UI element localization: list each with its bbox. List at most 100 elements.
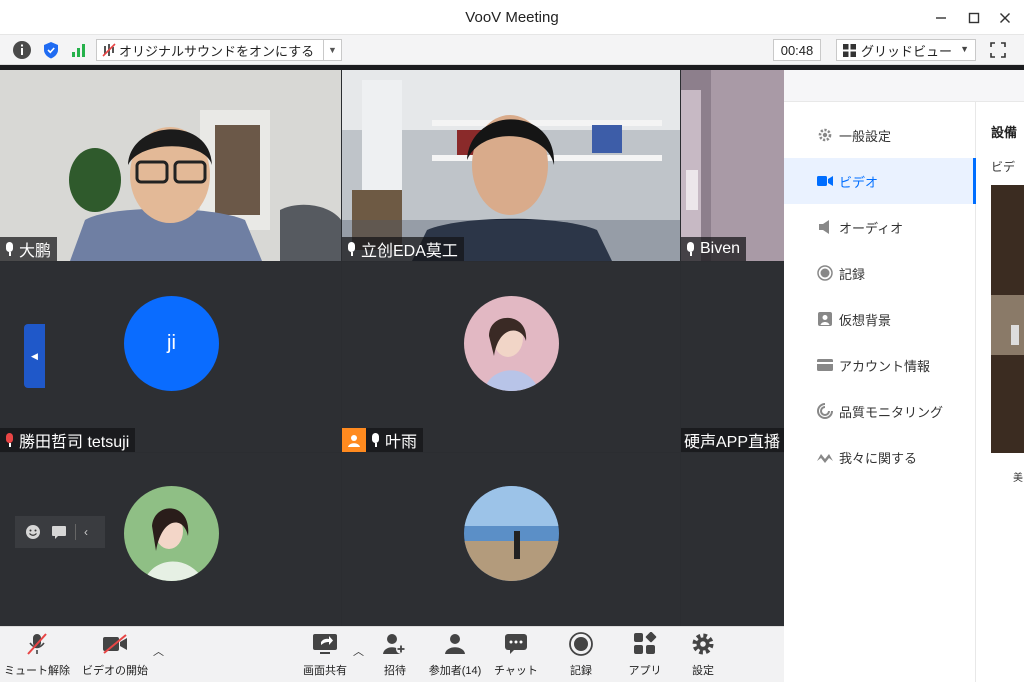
nav-item-audio[interactable]: オーディオ [784, 204, 976, 250]
microphone-icon [346, 242, 357, 256]
shield-icon [44, 42, 58, 59]
video-options-caret[interactable]: ︿ [153, 643, 164, 659]
info-button[interactable] [12, 40, 32, 60]
sound-off-icon [102, 43, 116, 57]
speaker-icon [817, 219, 833, 235]
add-user-icon [382, 631, 408, 657]
settings-content: 設備 ビデ 美 [977, 102, 1024, 682]
video-tile[interactable] [342, 453, 680, 626]
participant-name: 立创EDA莫工 [361, 243, 458, 260]
minimize-button[interactable] [930, 7, 952, 29]
settings-header [784, 70, 1024, 102]
video-tile[interactable]: 硬声APP直播 [681, 262, 784, 452]
meeting-timer: 00:48 [773, 39, 821, 61]
video-camera-icon [817, 173, 833, 189]
apps-icon [632, 631, 658, 657]
emoji-icon[interactable] [25, 524, 41, 540]
apps-button[interactable]: アプリ [628, 631, 662, 679]
video-preview [991, 185, 1024, 453]
maximize-button[interactable] [963, 7, 985, 29]
participant-label: 叶雨 [342, 428, 424, 452]
settings-nav-empty [784, 477, 976, 682]
invite-button[interactable]: 招待 [378, 631, 412, 679]
nav-item-general[interactable]: 一般設定 [784, 112, 976, 158]
window-title: VooV Meeting [465, 9, 559, 26]
avatar-photo [124, 486, 219, 581]
original-sound-label: オリジナルサウンドをオンにする [119, 43, 315, 59]
fullscreen-button[interactable] [988, 40, 1008, 60]
voov-window: VooV Meeting オリジナルサウンドをオンにする ▼ 00:48 グリッ… [0, 0, 1024, 682]
unmute-label: ミュート解除 [4, 665, 70, 677]
participants-label: 参加者(14) [428, 665, 482, 677]
chevron-down-icon: ▼ [960, 44, 969, 54]
participants-icon [442, 631, 468, 657]
share-screen-button[interactable]: 画面共有 [300, 631, 350, 679]
start-video-label: ビデオの開始 [82, 665, 148, 677]
section-footer: 美 [1013, 473, 1023, 484]
bottom-toolbar: ミュート解除 ビデオの開始 ︿ 画面共有 ︿ 招待 参加者(14) チャット 記… [0, 626, 784, 682]
nav-item-about[interactable]: 我々に関する [784, 434, 976, 480]
signal-strength-icon [72, 44, 85, 57]
minimize-icon [936, 17, 946, 19]
original-sound-button[interactable]: オリジナルサウンドをオンにする ▼ [96, 39, 342, 61]
video-tile[interactable]: ji 勝田哲司 tetsuji [0, 262, 341, 452]
settings-button[interactable]: 設定 [688, 631, 718, 679]
nav-item-quality-monitor[interactable]: 品質モニタリング [784, 388, 976, 434]
avatar-photo [464, 296, 559, 391]
chat-button[interactable]: チャット [493, 631, 539, 679]
nav-item-label: 品質モニタリング [839, 404, 944, 420]
participant-label: Biven [681, 237, 747, 261]
record-button[interactable]: 記録 [566, 631, 596, 679]
video-tile[interactable]: 大鹏 [0, 70, 341, 261]
unmute-button[interactable]: ミュート解除 [4, 631, 70, 679]
participant-label: 立创EDA莫工 [342, 237, 464, 261]
participant-label: 大鹏 [0, 237, 58, 261]
close-button[interactable] [994, 7, 1016, 29]
nav-item-video[interactable]: ビデオ [784, 158, 976, 204]
section-heading: 設備 [991, 125, 1018, 140]
signal-button[interactable] [69, 40, 89, 60]
reaction-toolbar: ‹ [15, 516, 105, 548]
nav-item-label: 一般設定 [839, 128, 892, 144]
meeting-toolbar: オリジナルサウンドをオンにする ▼ 00:48 グリッドビュー ▼ [0, 35, 1024, 65]
title-bar: VooV Meeting [0, 0, 1024, 35]
participants-button[interactable]: 参加者(14) [425, 631, 485, 679]
participant-label: 勝田哲司 tetsuji [0, 428, 136, 452]
sound-dropdown-toggle[interactable]: ▼ [323, 40, 341, 60]
avatar: ji [124, 296, 219, 391]
record-icon [568, 631, 594, 657]
nav-item-account[interactable]: アカウント情報 [784, 342, 976, 388]
collapse-panel-button[interactable]: ◀ [24, 324, 45, 388]
close-icon [1000, 13, 1010, 23]
security-button[interactable] [41, 40, 61, 60]
host-icon [342, 428, 366, 452]
participant-name: 勝田哲司 tetsuji [19, 434, 130, 451]
grid-view-label: グリッドビュー [861, 43, 953, 59]
gauge-icon [817, 403, 833, 419]
microphone-icon [370, 433, 381, 447]
video-tile[interactable]: 叶雨 [342, 262, 680, 452]
logo-icon [817, 449, 833, 465]
avatar [464, 486, 559, 581]
video-tile[interactable] [681, 453, 784, 626]
participant-name: 硬声APP直播 [684, 434, 781, 451]
portrait-icon [817, 311, 833, 327]
video-tile[interactable]: Biven [681, 70, 784, 261]
start-video-button[interactable]: ビデオの開始 [80, 631, 150, 679]
share-options-caret[interactable]: ︿ [353, 643, 364, 659]
nav-item-label: 仮想背景 [839, 312, 892, 328]
participant-video [0, 70, 341, 261]
nav-item-record[interactable]: 記録 [784, 250, 976, 296]
grid-view-dropdown[interactable]: グリッドビュー ▼ [836, 39, 976, 61]
chat-icon [503, 631, 529, 657]
participant-name: Biven [700, 240, 741, 257]
chevron-left-icon[interactable]: ‹ [84, 525, 88, 539]
microphone-off-icon [24, 631, 50, 657]
chat-label: チャット [494, 665, 538, 677]
chat-bubble-icon[interactable] [51, 524, 67, 540]
participant-name: 大鹏 [19, 243, 52, 260]
section-subheading: ビデ [991, 160, 1016, 174]
nav-item-virtual-background[interactable]: 仮想背景 [784, 296, 976, 342]
microphone-icon [4, 242, 15, 256]
video-tile[interactable]: 立创EDA莫工 [342, 70, 680, 261]
